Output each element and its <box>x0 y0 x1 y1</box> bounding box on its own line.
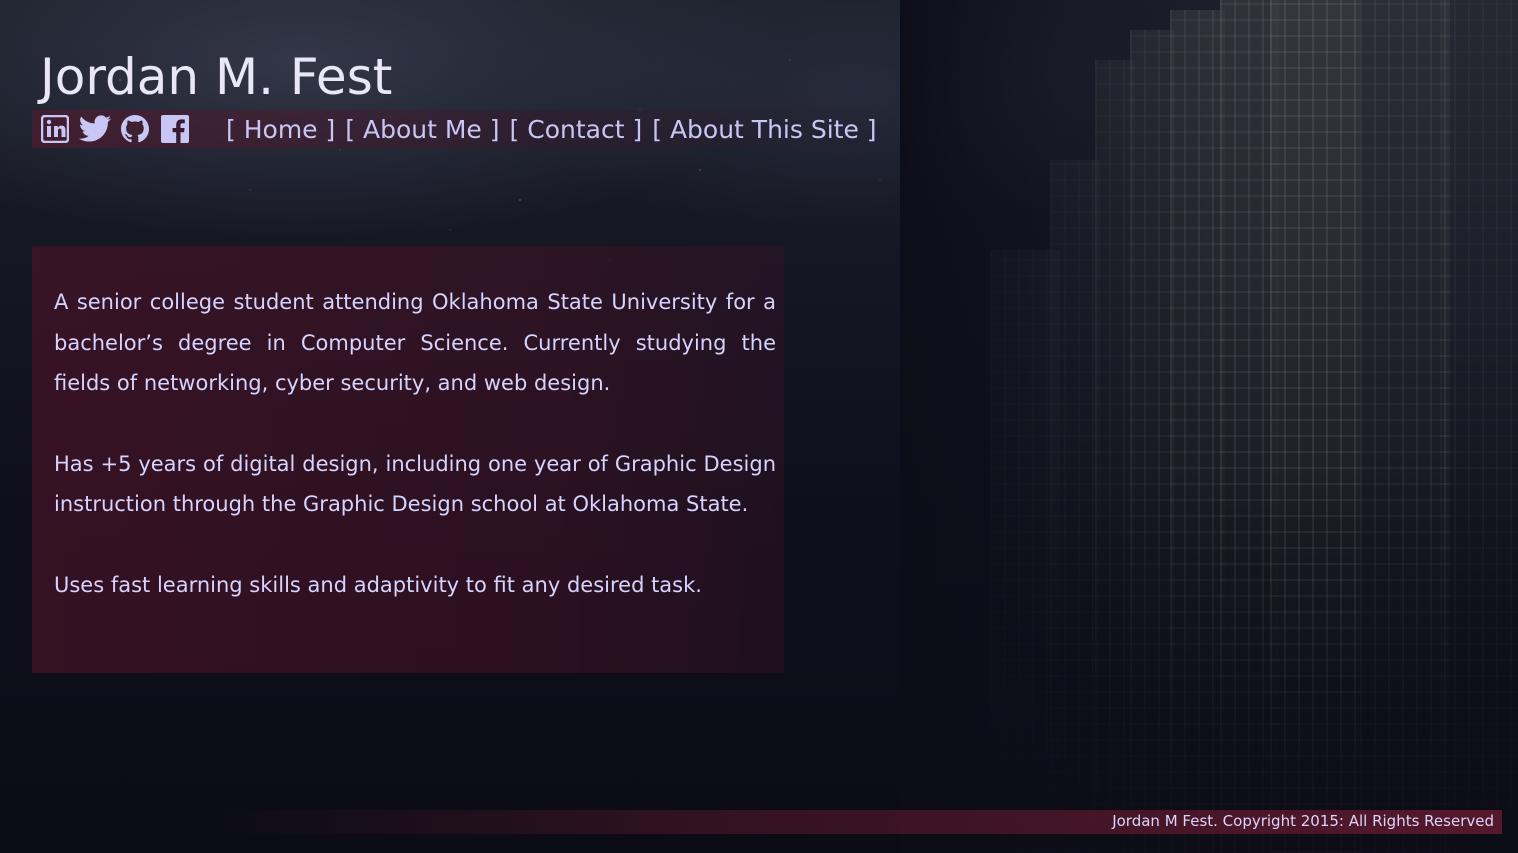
bracket-close: ] <box>489 114 500 144</box>
bracket-close: ] <box>325 114 336 144</box>
bracket-open: [ <box>226 114 236 144</box>
about-paragraph: Has +5 years of digital design, includin… <box>54 451 776 517</box>
site-title: Jordan M. Fest <box>40 48 393 106</box>
copyright-text: Jordan M Fest. Copyright 2015: All Right… <box>1112 812 1494 830</box>
twitter-icon[interactable] <box>78 113 112 145</box>
page-background: Jordan M. Fest [Home] [About Me] [C… <box>0 0 1518 853</box>
about-card: A senior college student attending Oklah… <box>32 246 784 673</box>
bracket-open: [ <box>345 114 356 144</box>
about-paragraph: Uses fast learning skills and adaptivity… <box>54 572 702 597</box>
nav-link-about-me[interactable]: About Me <box>363 115 482 144</box>
background-fade <box>900 0 1518 853</box>
nav-bar: [ Home ] [ About Me ] [ Contact ] [ Abou… <box>32 110 882 148</box>
bracket-close: ] <box>866 114 877 144</box>
github-icon[interactable] <box>118 113 152 145</box>
about-paragraph: A senior college student attending Oklah… <box>54 290 776 395</box>
bracket-open: [ <box>652 114 662 144</box>
linkedin-icon[interactable] <box>38 113 72 145</box>
nav-link-contact[interactable]: Contact <box>527 115 624 144</box>
bracket-open: [ <box>509 114 520 144</box>
footer-bar: Jordan M Fest. Copyright 2015: All Right… <box>220 810 1502 834</box>
social-links <box>38 113 192 145</box>
nav-links: [ Home ] [ About Me ] [ Contact ] [ Abou… <box>226 115 877 144</box>
nav-link-about-this-site[interactable]: About This Site <box>670 115 859 144</box>
bracket-close: ] <box>632 114 643 144</box>
nav-link-home[interactable]: Home <box>244 115 318 144</box>
facebook-icon[interactable] <box>158 113 192 145</box>
